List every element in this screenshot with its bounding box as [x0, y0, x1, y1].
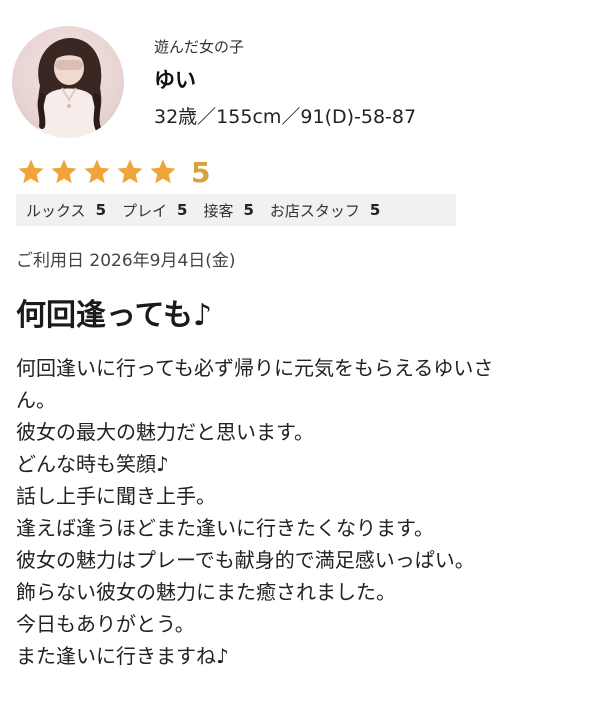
category-label: お店スタッフ [269, 201, 360, 220]
category-play: プレイ 5 [122, 200, 187, 221]
category-value: 5 [177, 201, 188, 219]
girl-label: 遊んだ女の子 [154, 38, 245, 56]
avatar-photo-icon [36, 38, 102, 138]
review-line: 逢えば逢うほどまた逢いに行きたくなります。 [16, 516, 434, 540]
review-line: 何回逢いに行っても必ず帰りに元気をもらえるゆいさ [16, 356, 494, 380]
star-icon [82, 157, 112, 187]
review-card: 遊んだ女の子 ゆい 32歳／155cm／91(D)-58-87 5 ルックス 5… [0, 0, 600, 717]
category-value: 5 [95, 201, 106, 219]
category-label: プレイ [122, 201, 168, 220]
girl-stats: 32歳／155cm／91(D)-58-87 [154, 106, 417, 128]
review-line: 話し上手に聞き上手。 [16, 484, 216, 508]
visit-date: ご利用日 2026年9月4日(金) [16, 251, 236, 271]
review-line: 飾らない彼女の魅力にまた癒されました。 [16, 580, 396, 604]
girl-name[interactable]: ゆい [154, 64, 196, 94]
category-looks: ルックス 5 [26, 200, 106, 221]
category-service: 接客 5 [203, 200, 253, 221]
star-icon [49, 157, 79, 187]
star-icon [148, 157, 178, 187]
star-icon [115, 157, 145, 187]
review-body: 何回逢いに行っても必ず帰りに元気をもらえるゆいさ ん。 彼女の最大の魅力だと思い… [16, 352, 584, 672]
avatar[interactable] [12, 26, 124, 138]
rating-score: 5 [191, 155, 211, 189]
category-ratings: ルックス 5 プレイ 5 接客 5 お店スタッフ 5 [16, 194, 456, 226]
category-value: 5 [243, 201, 254, 219]
category-label: ルックス [26, 201, 86, 220]
review-line: 今日もありがとう。 [16, 612, 195, 636]
review-line: 彼女の最大の魅力だと思います。 [16, 420, 314, 444]
review-line: また逢いに行きますね♪ [16, 644, 229, 668]
review-line: ん。 [16, 388, 56, 412]
star-icon [16, 157, 46, 187]
category-label: 接客 [203, 201, 234, 220]
category-staff: お店スタッフ 5 [270, 200, 380, 221]
category-value: 5 [369, 201, 381, 219]
review-line: 彼女の魅力はプレーでも献身的で満足感いっぱい。 [16, 548, 475, 572]
star-rating: 5 [16, 154, 210, 190]
review-line: どんな時も笑顔♪ [16, 452, 169, 476]
review-title: 何回逢っても♪ [16, 298, 213, 333]
